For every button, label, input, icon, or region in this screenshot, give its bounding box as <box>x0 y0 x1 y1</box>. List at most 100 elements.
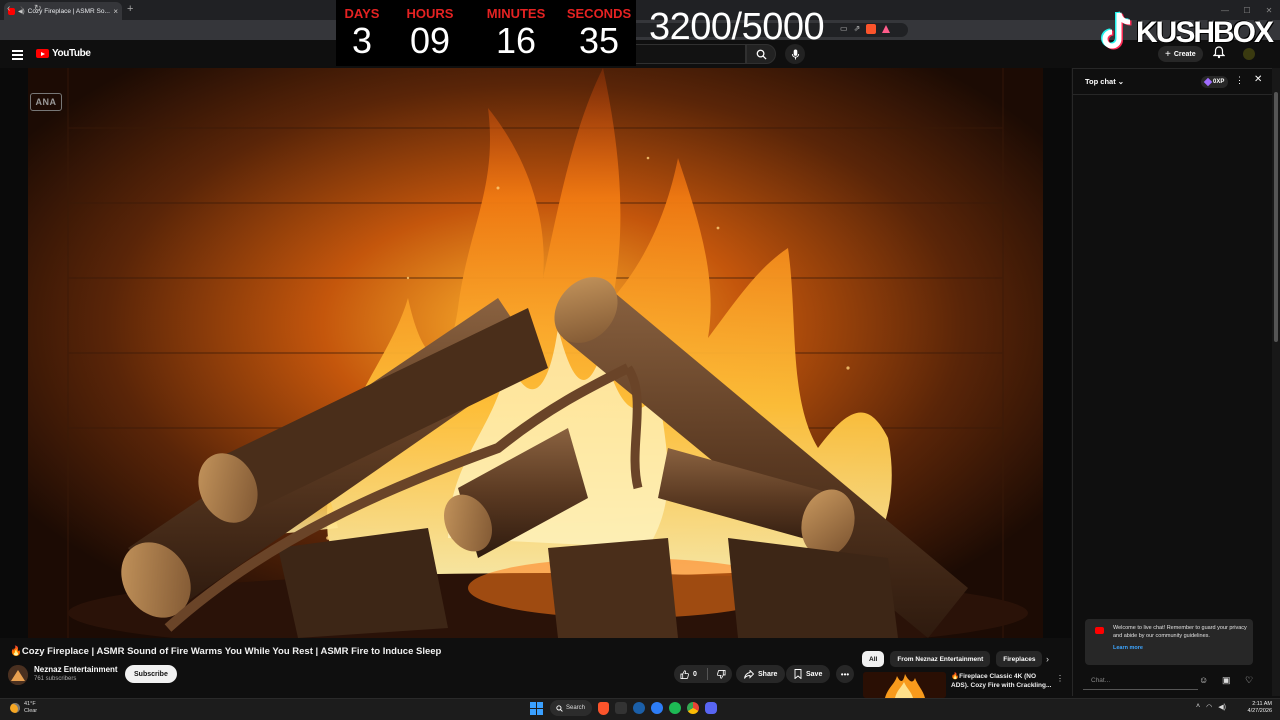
youtube-logo[interactable]: YouTube <box>36 48 91 59</box>
system-tray: ˄ ◠ ◀) <box>1196 703 1226 711</box>
volume-icon[interactable]: ◀) <box>1218 703 1226 711</box>
countdown-value: 16 <box>495 20 537 61</box>
channel-name[interactable]: Neznaz Entertainment <box>34 665 118 674</box>
countdown-value: 09 <box>409 20 451 61</box>
cast-icon[interactable]: ▭ <box>840 24 848 34</box>
page-scrollbar[interactable] <box>1272 68 1280 696</box>
chat-menu-icon[interactable]: ⋮ <box>1235 75 1244 86</box>
more-vertical-icon[interactable]: ⋮ <box>1056 674 1064 683</box>
share-button[interactable]: Share <box>736 665 786 683</box>
taskbar-search[interactable]: Search <box>550 700 592 716</box>
weather-condition: Clear <box>24 708 38 715</box>
subscriber-count: 761 subscribers <box>34 676 77 682</box>
clock-date: 4/27/2026 <box>1247 708 1272 715</box>
windows-logo-icon <box>529 701 543 715</box>
channel-logo-icon <box>8 665 28 685</box>
like-count: 0 <box>693 670 697 678</box>
recommended-video-title[interactable]: 🔥Fireplace Classic 4K (NO ADS). Cozy Fir… <box>951 673 1053 691</box>
subscribe-button[interactable]: Subscribe <box>125 665 177 683</box>
chip-fireplaces[interactable]: Fireplaces <box>996 651 1043 667</box>
xp-label: 0XP <box>1213 79 1225 85</box>
discord-icon[interactable] <box>705 702 717 714</box>
start-button[interactable] <box>528 700 544 716</box>
chat-mode-dropdown[interactable]: Top chat ⌄ <box>1085 77 1124 86</box>
thumbs-up-icon <box>680 669 689 679</box>
welcome-text: Welcome to live chat! Remember to guard … <box>1113 625 1247 639</box>
video-letterbox-left <box>0 68 28 638</box>
reload-icon[interactable]: ↻ <box>34 3 42 14</box>
recommended-video-thumbnail[interactable] <box>863 672 946 698</box>
menu-icon[interactable] <box>12 50 23 62</box>
video-title: 🔥Cozy Fireplace | ASMR Sound of Fire War… <box>10 646 442 657</box>
learn-more-link[interactable]: Learn more <box>1113 645 1247 653</box>
chat-welcome-message: Welcome to live chat! Remember to guard … <box>1085 619 1253 665</box>
chat-mode-label: Top chat <box>1085 77 1116 86</box>
chrome-icon[interactable] <box>687 702 699 714</box>
youtube-icon <box>1095 627 1104 634</box>
chip-all[interactable]: All <box>862 651 885 667</box>
brave-shield-icon[interactable] <box>866 24 877 34</box>
like-button[interactable]: 0 <box>674 665 703 683</box>
youtube-play-icon <box>36 49 49 58</box>
new-tab-button[interactable]: + <box>127 3 133 15</box>
dislike-button[interactable] <box>711 665 732 683</box>
chat-header: Top chat ⌄ 0XP ⋮ ✕ <box>1073 69 1273 95</box>
taskbar-clock[interactable]: 2:11 AM 4/27/2026 <box>1240 701 1272 716</box>
recommendation-chips: All From Neznaz Entertainment Fireplaces <box>862 651 1043 667</box>
countdown-value: 35 <box>578 20 620 61</box>
tab-close-icon[interactable]: × <box>113 7 118 16</box>
countdown-hours: HOURS 09 <box>400 0 460 59</box>
microphone-icon <box>791 49 799 59</box>
channel-avatar[interactable] <box>8 665 28 685</box>
omnibox-icons: ▭ ⇗ <box>840 24 891 34</box>
countdown-value: 3 <box>351 20 373 61</box>
terminal-icon[interactable] <box>615 702 627 714</box>
brave-browser-icon[interactable] <box>598 701 609 715</box>
spotify-icon[interactable] <box>669 702 681 714</box>
brand-name: KUSHBOX <box>1136 16 1274 49</box>
countdown-seconds: SECONDS 35 <box>564 0 634 59</box>
share-icon <box>744 669 754 679</box>
more-horizontal-icon: ••• <box>840 669 850 679</box>
heart-icon[interactable]: ♡ <box>1245 675 1253 686</box>
xp-badge[interactable]: 0XP <box>1201 76 1229 88</box>
save-button[interactable]: Save <box>786 665 831 683</box>
chevron-up-icon[interactable]: ˄ <box>1196 703 1200 711</box>
emoji-icon[interactable]: ☺ <box>1199 675 1208 685</box>
gem-icon <box>1203 77 1213 87</box>
clock-time: 2:11 AM <box>1252 701 1272 707</box>
tiktok-logo-icon <box>1101 11 1132 50</box>
taskbar-apps: Search <box>528 700 717 716</box>
chat-input[interactable]: Chat... <box>1083 672 1198 690</box>
brave-rewards-icon[interactable] <box>882 25 891 33</box>
close-icon[interactable]: ✕ <box>1254 74 1262 85</box>
fireplace-video-frame <box>28 68 1043 638</box>
video-player[interactable] <box>28 68 1043 638</box>
weather-temp: 41°F <box>24 701 36 707</box>
back-icon[interactable]: ‹ <box>7 3 10 14</box>
countdown-minutes: MINUTES 16 <box>476 0 556 59</box>
fire-thumbnail-icon <box>863 672 946 698</box>
chevron-down-icon: ⌄ <box>1117 77 1125 86</box>
browser-tabstrip: ◀) Cozy Fireplace | ASMR So... × + — ☐ ✕ <box>0 0 1280 20</box>
goal-counter: 3200/5000 <box>649 6 825 48</box>
taskbar-search-label: Search <box>566 705 586 711</box>
wifi-icon[interactable]: ◠ <box>1206 703 1212 711</box>
more-actions-button[interactable]: ••• <box>836 665 854 683</box>
weather-widget[interactable]: 41°F Clear <box>10 701 37 715</box>
steam-icon[interactable] <box>633 702 645 714</box>
like-dislike-group: 0 <box>674 665 732 683</box>
chevron-right-icon[interactable]: › <box>1046 654 1049 664</box>
countdown-overlay: DAYS 3 HOURS 09 MINUTES 16 SECONDS 35 <box>336 0 636 66</box>
scrollbar-thumb[interactable] <box>1274 92 1278 342</box>
share-page-icon[interactable]: ⇗ <box>854 24 861 34</box>
super-chat-icon[interactable]: ▣ <box>1222 675 1231 686</box>
countdown-label: HOURS <box>406 6 454 21</box>
moon-weather-icon <box>10 703 20 714</box>
countdown-label: SECONDS <box>566 6 632 21</box>
countdown-days: DAYS 3 <box>336 0 388 59</box>
edge-icon[interactable] <box>651 702 663 714</box>
forward-icon[interactable]: › <box>20 3 23 14</box>
video-watermark: ANA <box>30 93 62 111</box>
chip-from-channel[interactable]: From Neznaz Entertainment <box>890 651 991 667</box>
